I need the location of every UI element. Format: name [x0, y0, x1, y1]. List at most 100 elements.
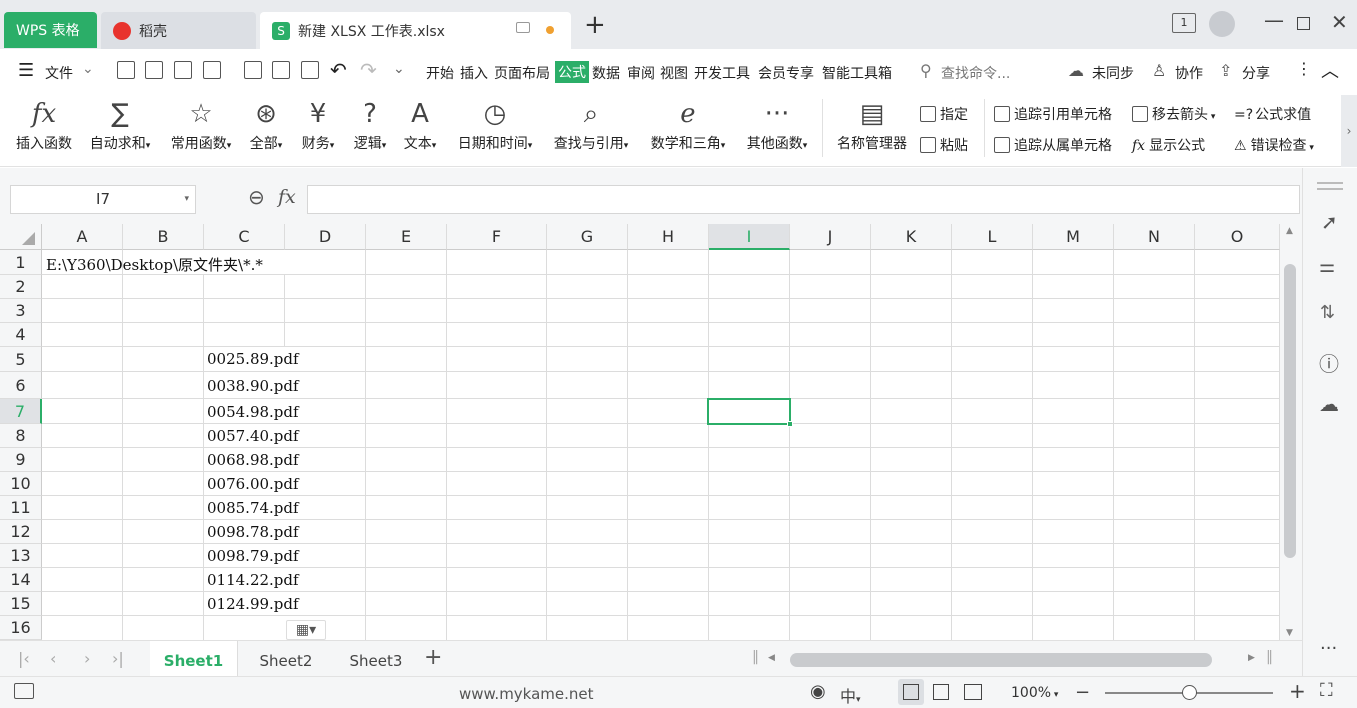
avatar[interactable]	[1209, 11, 1235, 37]
close-icon[interactable]: ✕	[1331, 10, 1348, 34]
undo-icon[interactable]: ↶	[330, 58, 347, 82]
menu-tab-view[interactable]: 视图	[660, 63, 688, 83]
menu-tab-developer[interactable]: 开发工具	[694, 63, 750, 83]
zoom-search-icon[interactable]: ⊖	[248, 185, 265, 209]
add-sheet-icon[interactable]: +	[424, 645, 442, 670]
menu-tab-layout[interactable]: 页面布局	[494, 63, 550, 83]
row-header-1[interactable]: 1	[0, 250, 42, 275]
other-functions-button[interactable]: ··· 其他函数▾	[740, 95, 814, 161]
zoom-out-icon[interactable]: −	[1075, 682, 1090, 703]
help-icon[interactable]: ⓘ	[1319, 348, 1339, 377]
datetime-button[interactable]: ◷ 日期和时间▾	[450, 95, 540, 161]
row-header-7[interactable]: 7	[0, 399, 42, 424]
file-menu[interactable]: 文件	[45, 63, 73, 83]
ribbon-scroll-right-icon[interactable]: ›	[1341, 95, 1357, 167]
save-icon[interactable]	[174, 61, 192, 79]
name-box[interactable]: I7 ▾	[10, 185, 196, 214]
autosum-button[interactable]: ∑ 自动求和▾	[84, 95, 156, 161]
split-handle-icon[interactable]: ‖	[752, 649, 759, 665]
logic-button[interactable]: ? 逻辑▾	[348, 95, 392, 161]
formula-input[interactable]	[307, 185, 1300, 214]
cell-c10[interactable]: 0076.00.pdf	[207, 475, 299, 493]
cell-a1[interactable]: E:\Y360\Desktop\原文件夹\*.*	[46, 254, 263, 275]
column-header-k[interactable]: K	[871, 224, 952, 250]
tab-daoke[interactable]: 稻壳	[101, 12, 256, 49]
fullscreen-icon[interactable]: ⛶	[1320, 680, 1333, 701]
row-header-15[interactable]: 15	[0, 592, 42, 616]
eye-protection-icon[interactable]: ◉	[810, 681, 826, 702]
maximize-icon[interactable]	[1297, 17, 1310, 30]
trace-dependents-button[interactable]: 追踪从属单元格	[994, 135, 1112, 155]
finance-button[interactable]: ¥ 财务▾	[296, 95, 340, 161]
math-button[interactable]: ℯ 数学和三角▾	[643, 95, 733, 161]
scroll-left-icon[interactable]: ◀	[768, 653, 775, 663]
menu-tab-toolbox[interactable]: 智能工具箱	[822, 63, 892, 83]
cell-c15[interactable]: 0124.99.pdf	[207, 595, 299, 613]
row-header-12[interactable]: 12	[0, 520, 42, 544]
input-method-button[interactable]: 中▾	[840, 683, 861, 707]
zoom-dropdown[interactable]: 100% ▾	[1011, 685, 1058, 701]
horizontal-scroll-thumb[interactable]	[790, 653, 1212, 667]
column-header-e[interactable]: E	[366, 224, 447, 250]
new-doc-icon[interactable]	[117, 61, 135, 79]
trace-precedents-button[interactable]: 追踪引用单元格	[994, 104, 1112, 124]
column-header-c[interactable]: C	[204, 224, 285, 250]
column-header-b[interactable]: B	[123, 224, 204, 250]
row-header-16[interactable]: 16	[0, 616, 42, 640]
fill-handle[interactable]	[787, 421, 793, 427]
paste-options-icon[interactable]: ▦▾	[286, 620, 326, 640]
remove-arrows-button[interactable]: 移去箭头 ▾	[1132, 104, 1215, 124]
open-folder-icon[interactable]	[145, 61, 163, 79]
row-header-5[interactable]: 5	[0, 347, 42, 372]
sheet-tab-3[interactable]: Sheet3	[332, 641, 420, 676]
sheet-tab-1[interactable]: Sheet1	[150, 641, 238, 676]
cell-c6[interactable]: 0038.90.pdf	[207, 377, 299, 395]
pdf-convert-icon[interactable]	[244, 61, 262, 79]
insert-function-button[interactable]: fx 插入函数	[10, 95, 78, 161]
next-sheet-icon[interactable]: ›	[84, 649, 90, 668]
sliders-icon[interactable]: ⚌	[1319, 256, 1335, 277]
paste-button[interactable]: 粘贴	[920, 135, 968, 155]
scroll-right-icon[interactable]: ▶	[1248, 653, 1255, 663]
command-search-input[interactable]: 查找命令...	[941, 63, 1010, 83]
menu-tab-insert[interactable]: 插入	[460, 63, 488, 83]
all-functions-button[interactable]: ⊛ 全部▾	[244, 95, 288, 161]
show-formula-button[interactable]: fx 显示公式	[1132, 135, 1205, 155]
sheet-tab-2[interactable]: Sheet2	[242, 641, 330, 676]
sync-status[interactable]: 未同步	[1092, 63, 1134, 83]
evaluate-formula-button[interactable]: =? 公式求值	[1234, 104, 1311, 124]
column-header-j[interactable]: J	[790, 224, 871, 250]
tab-wps-spreadsheet[interactable]: WPS 表格	[4, 12, 97, 48]
zoom-slider[interactable]	[1105, 685, 1273, 700]
hamburger-icon[interactable]: ☰	[18, 60, 34, 81]
common-functions-button[interactable]: ☆ 常用函数▾	[164, 95, 238, 161]
scroll-up-icon[interactable]: ▲	[1286, 226, 1293, 236]
window-count-icon[interactable]: 1	[1172, 13, 1196, 33]
more-horizontal-icon[interactable]: ···	[1320, 638, 1337, 659]
row-header-6[interactable]: 6	[0, 372, 42, 399]
collab-button[interactable]: 协作	[1175, 63, 1203, 83]
column-header-f[interactable]: F	[447, 224, 547, 250]
chevron-down-icon[interactable]: ▾	[184, 186, 189, 213]
row-header-10[interactable]: 10	[0, 472, 42, 496]
vertical-scroll-thumb[interactable]	[1284, 264, 1296, 558]
zoom-slider-knob[interactable]	[1182, 685, 1197, 700]
cell-c12[interactable]: 0098.78.pdf	[207, 523, 299, 541]
scroll-down-icon[interactable]: ▼	[1286, 628, 1293, 638]
column-header-i[interactable]: I	[709, 224, 790, 250]
share-button[interactable]: 分享	[1242, 63, 1270, 83]
zoom-in-icon[interactable]: +	[1289, 679, 1306, 703]
menu-tab-review[interactable]: 审阅	[627, 63, 655, 83]
cell-c14[interactable]: 0114.22.pdf	[207, 571, 299, 589]
last-sheet-icon[interactable]: ›|	[112, 649, 124, 668]
menu-tab-formula[interactable]: 公式	[555, 61, 589, 83]
transform-icon[interactable]: ⇅	[1320, 302, 1335, 323]
normal-view-button[interactable]	[898, 679, 924, 705]
error-check-button[interactable]: ⚠ 错误检查 ▾	[1234, 135, 1314, 155]
minimize-icon[interactable]: —	[1264, 8, 1284, 32]
vertical-scrollbar[interactable]: ▲ ▼	[1280, 224, 1302, 640]
macro-record-icon[interactable]	[14, 683, 34, 699]
row-header-3[interactable]: 3	[0, 299, 42, 323]
cell-c9[interactable]: 0068.98.pdf	[207, 451, 299, 469]
cell-c8[interactable]: 0057.40.pdf	[207, 427, 299, 445]
